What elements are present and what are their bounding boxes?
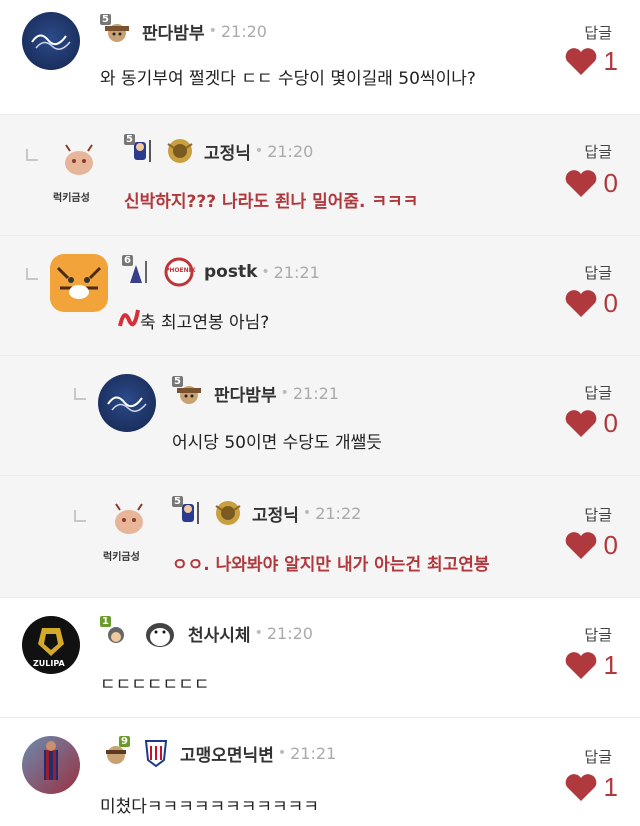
comment-text: ㄷㄷㄷㄷㄷㄷㄷ [100,675,210,695]
like-button[interactable]: 0 [564,530,618,561]
level-number: 5 [172,496,183,507]
comment-text: 축 최고연봉 아님? [140,313,270,333]
team-emblem-text: PHOENIX [165,267,196,274]
team-emblem-icon [167,139,193,163]
comment-text: ㅇㅇ. 나와봐야 알지만 내가 아는건 최고연봉 [172,555,490,575]
avatar[interactable] [100,496,158,554]
like-count: 0 [603,530,618,560]
reply-button[interactable]: 답글 [584,746,612,767]
avatar-caption: 럭키금성 [53,193,90,204]
penguin-emblem-icon [146,623,174,647]
like-button[interactable]: 1 [564,46,618,77]
comment-text: 미쳤다ㅋㅋㅋㅋㅋㅋㅋㅋㅋㅋㅋ [100,797,319,817]
reply-indicator-icon [26,268,38,280]
team-emblem-icon: PHOENIX [162,257,196,287]
nickname[interactable]: 고정닉 [252,501,299,526]
separator-dot: • [208,23,217,39]
like-count: 0 [603,288,618,318]
avatar[interactable] [50,254,108,312]
reply-button[interactable]: 답글 [584,504,612,525]
like-count: 1 [603,650,618,680]
heart-icon [565,773,596,801]
nickname[interactable]: 고정닉 [204,139,251,164]
separator-dot: • [261,264,270,280]
timestamp: 21:20 [267,141,314,161]
level-badge-icon: 5 [100,14,134,46]
timestamp: 21:20 [220,21,267,41]
reply-button[interactable]: 답글 [584,22,612,43]
comment-text: 와 동기부여 쩔겟다 ㄷㄷ 수당이 몇이길래 50씩이나? [100,69,476,89]
level-number: 1 [100,616,111,627]
comment-item: 9 고맹오면닉변 • 21:21 미쳤다ㅋㅋㅋㅋㅋㅋㅋㅋㅋㅋㅋ 답글 1 [0,718,640,826]
reply-indicator-icon [26,149,38,161]
like-button[interactable]: 0 [564,408,618,439]
nickname[interactable]: 고맹오면닉변 [180,741,274,766]
separator-dot: • [254,143,264,159]
level-number: 6 [122,255,133,266]
level-badge-icon: 5 [172,496,206,528]
comment-item: 5 판다밤부 • 21:20 와 동기부여 쩔겟다 ㄷㄷ 수당이 몇이길래 50… [0,0,640,115]
timestamp: 21:21 [273,262,320,282]
level-badge-icon: 1 [100,616,134,648]
heart-icon [565,651,596,679]
comment-text: 신박하지??? 나라도 죈나 밀어줌. ㅋㅋㅋ [124,192,419,212]
timestamp: 21:21 [290,743,337,763]
scribble-icon [118,309,140,327]
heart-icon [565,531,596,559]
heart-icon [565,409,596,437]
reply-item: 6 PHOENIX postk • 21:21 축 최고연봉 아님? 답글 0 [0,236,640,356]
like-count: 0 [603,408,618,438]
level-badge-icon: 6 [122,255,156,287]
avatar-caption: 럭키금성 [103,552,140,563]
timestamp: 21:20 [266,623,313,643]
separator-dot: • [302,505,312,521]
avatar[interactable] [50,137,108,195]
like-button[interactable]: 1 [564,772,618,803]
like-count: 1 [603,46,618,76]
separator-dot: • [277,745,287,761]
reply-item: 럭키금성 5 고정닉 • 21:22 ㅇㅇ. 나와봐야 알지만 내가 아는건 최… [0,476,640,598]
reply-indicator-icon [74,388,86,400]
nickname[interactable]: 판다밤부 [214,381,277,406]
nickname[interactable]: postk [204,262,257,282]
comment-item: ZULIPA 1 천사시체 • 21:20 ㄷㄷㄷㄷㄷㄷㄷ 답글 1 [0,598,640,718]
like-count: 0 [603,168,618,198]
avatar[interactable] [22,736,80,794]
nickname[interactable]: 판다밤부 [142,19,205,44]
timestamp: 21:22 [315,503,362,523]
avatar-caption: ZULIPA [33,659,65,668]
comment-text: 어시당 50이면 수당도 개쌜듯 [172,433,382,453]
like-button[interactable]: 1 [564,650,618,681]
nickname[interactable]: 천사시체 [188,621,251,646]
level-number: 5 [124,134,135,145]
heart-icon [565,47,596,75]
timestamp: 21:21 [292,383,339,403]
level-badge-icon: 9 [100,736,134,768]
team-emblem-icon [144,740,168,768]
comment-list: 5 판다밤부 • 21:20 와 동기부여 쩔겟다 ㄷㄷ 수당이 몇이길래 50… [0,0,640,826]
level-badge-icon: 5 [172,376,206,408]
avatar[interactable] [22,12,80,70]
reply-button[interactable]: 답글 [584,141,612,162]
reply-button[interactable]: 답글 [584,262,612,283]
reply-button[interactable]: 답글 [584,382,612,403]
avatar[interactable] [98,374,156,432]
like-count: 1 [603,772,618,802]
level-number: 5 [172,376,183,387]
separator-dot: • [280,385,289,401]
reply-item: 5 판다밤부 • 21:21 어시당 50이면 수당도 개쌜듯 답글 0 [0,356,640,476]
level-badge-icon: 5 [124,134,158,166]
reply-item: 럭키금성 5 고정닉 • 21:20 신박하지??? 나라도 죈나 밀어줌. ㅋ… [0,115,640,236]
like-button[interactable]: 0 [564,168,618,199]
level-number: 9 [119,736,130,747]
heart-icon [565,169,596,197]
reply-indicator-icon [74,510,86,522]
heart-icon [565,289,596,317]
like-button[interactable]: 0 [564,288,618,319]
team-emblem-icon [215,501,241,525]
separator-dot: • [254,625,263,641]
reply-button[interactable]: 답글 [584,624,612,645]
level-number: 5 [100,14,111,25]
